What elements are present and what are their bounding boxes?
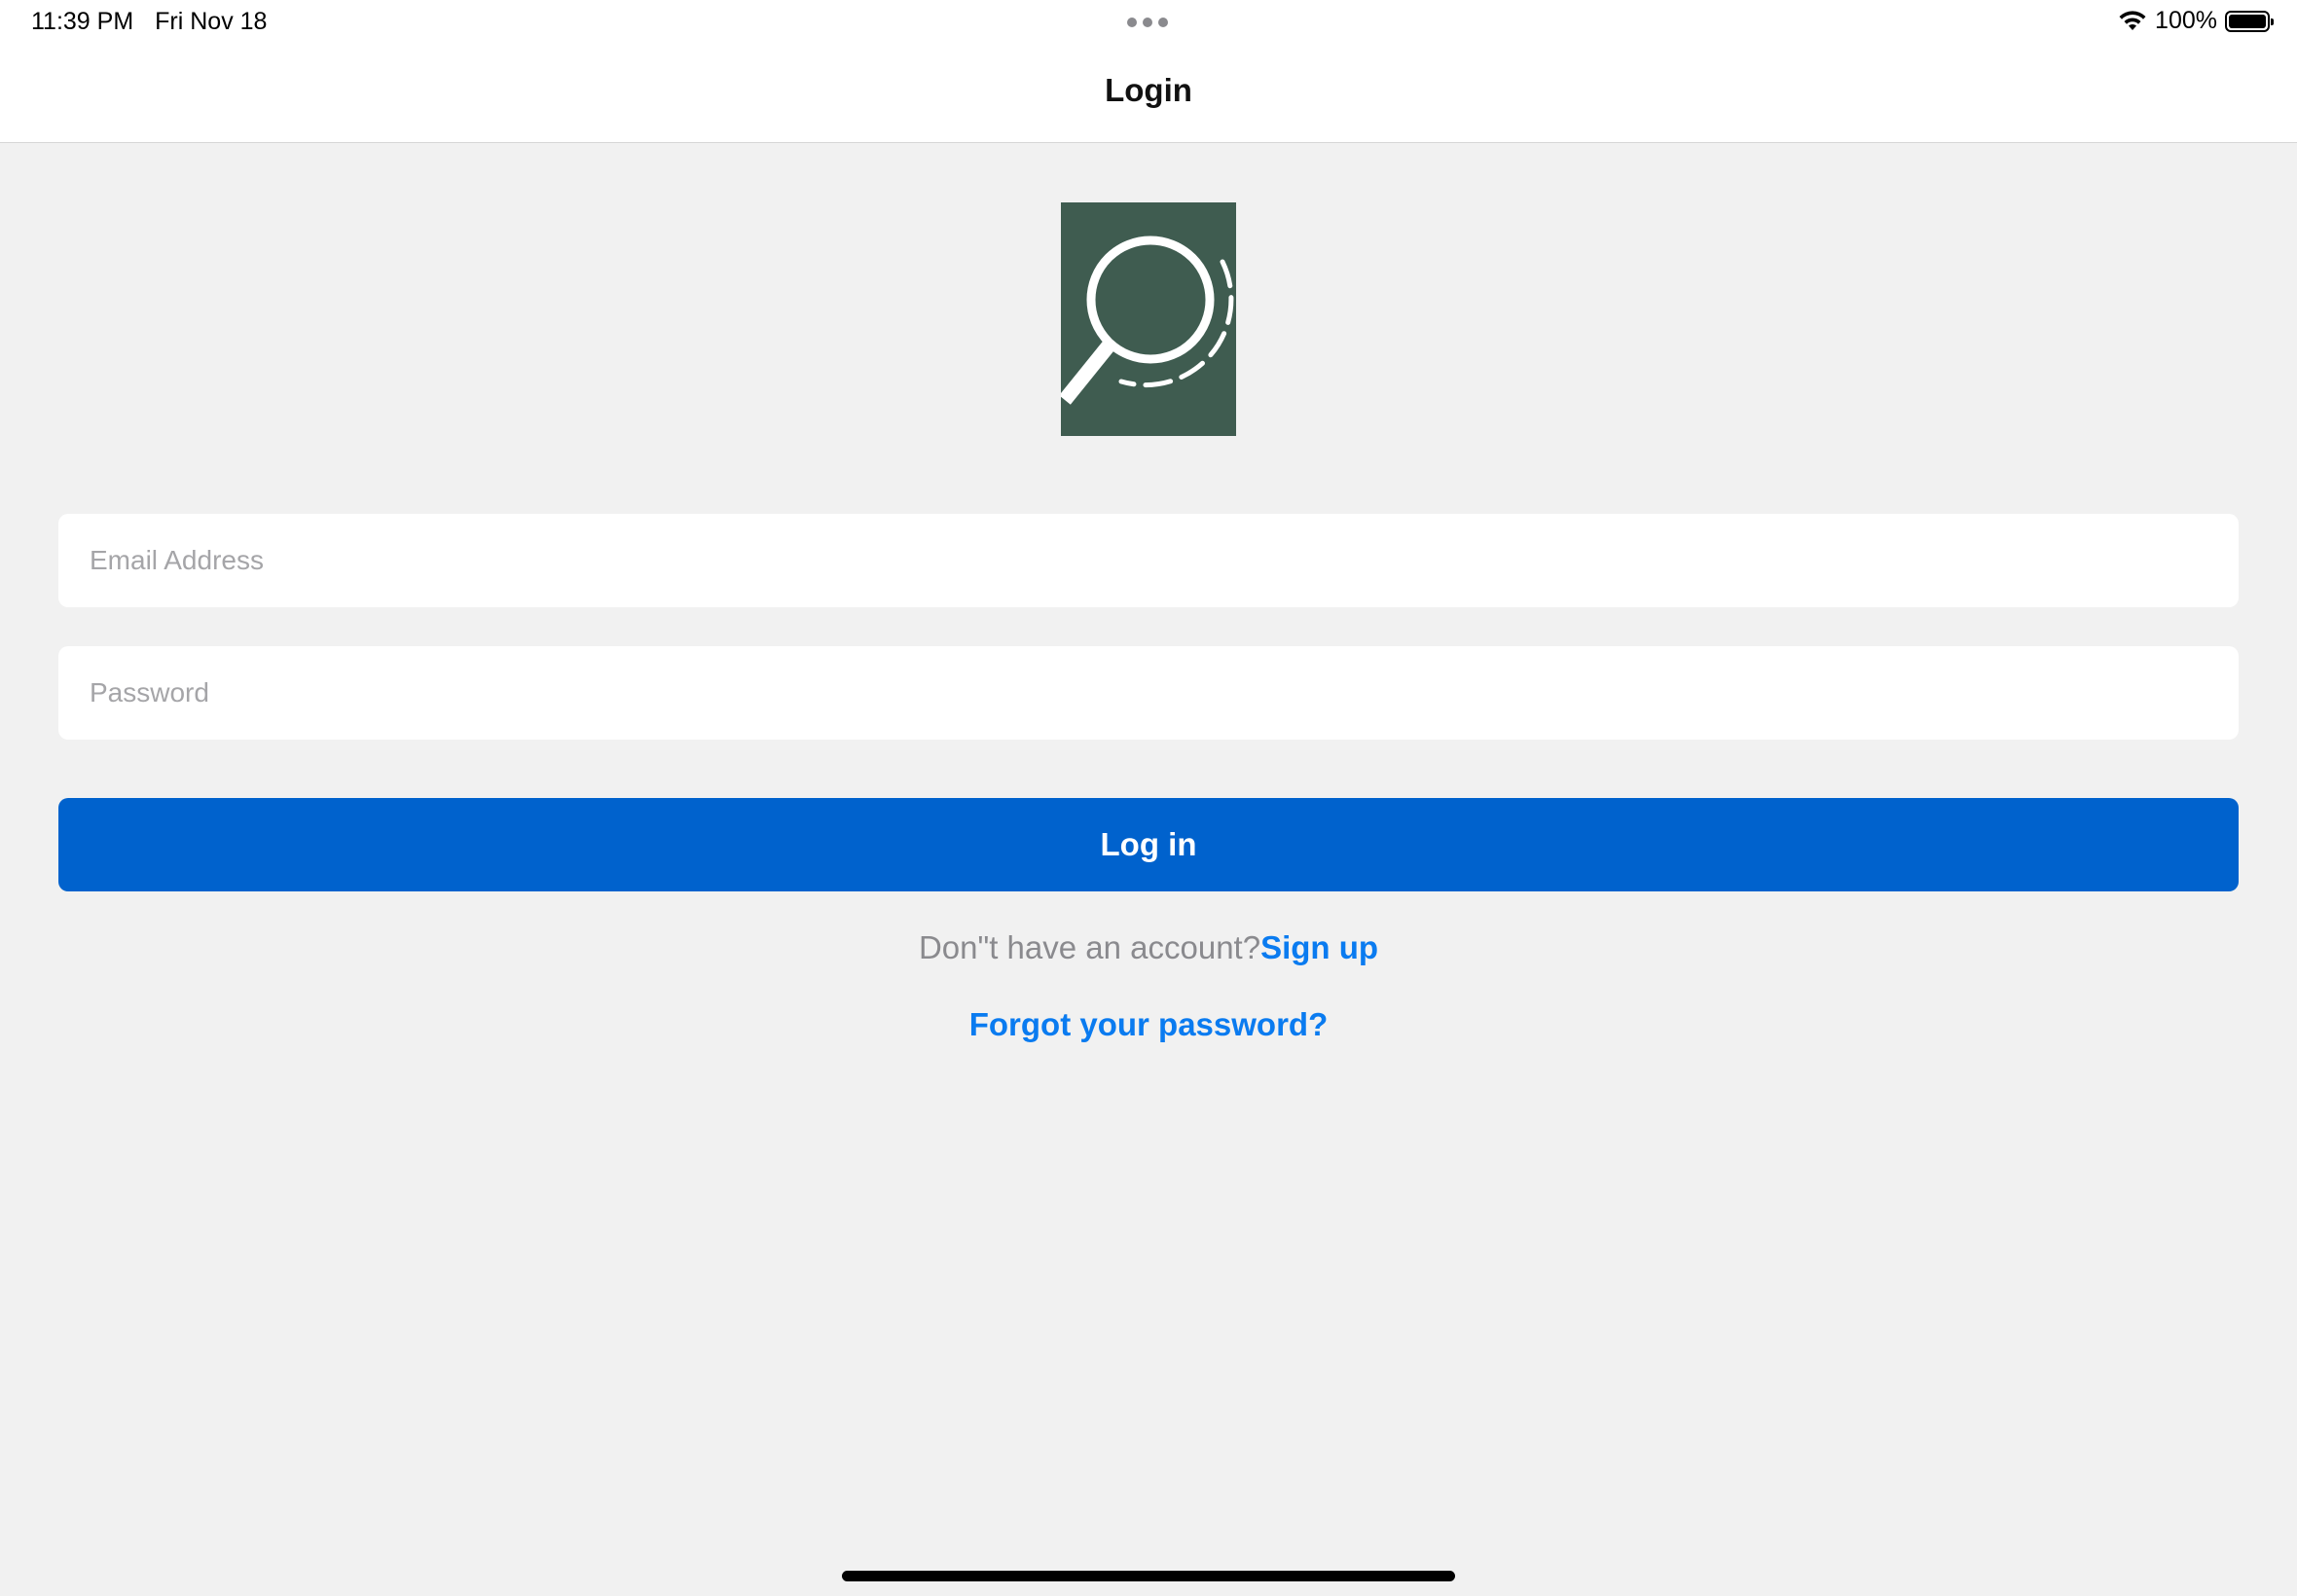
navigation-bar: Login (0, 45, 2297, 143)
dot (1127, 18, 1137, 27)
login-button[interactable]: Log in (58, 798, 2239, 891)
password-field[interactable] (58, 646, 2239, 740)
status-date: Fri Nov 18 (155, 8, 268, 35)
wifi-icon (2119, 10, 2146, 30)
signup-link[interactable]: Sign up (1260, 929, 1378, 965)
multitasking-menu-icon[interactable] (1127, 18, 1168, 27)
dot (1158, 18, 1168, 27)
app-logo (1059, 202, 1236, 436)
status-bar: 11:39 PM Fri Nov 18 100% (0, 0, 2297, 45)
battery-fill (2229, 14, 2266, 28)
email-field[interactable] (58, 514, 2239, 607)
magnifier-logo-icon (1059, 236, 1234, 405)
status-left: 11:39 PM Fri Nov 18 (31, 8, 267, 36)
signup-row: Don"t have an account?Sign up (0, 929, 2297, 966)
home-indicator[interactable] (842, 1571, 1455, 1581)
battery-percent: 100% (2155, 7, 2217, 34)
battery-icon (2225, 10, 2274, 32)
dot (1143, 18, 1152, 27)
status-right: 100% (2118, 7, 2274, 35)
forgot-password-link[interactable]: Forgot your password? (0, 1006, 2297, 1043)
signup-prompt: Don"t have an account? (918, 929, 1261, 965)
status-time: 11:39 PM (31, 8, 134, 35)
page-title: Login (1105, 72, 1192, 108)
